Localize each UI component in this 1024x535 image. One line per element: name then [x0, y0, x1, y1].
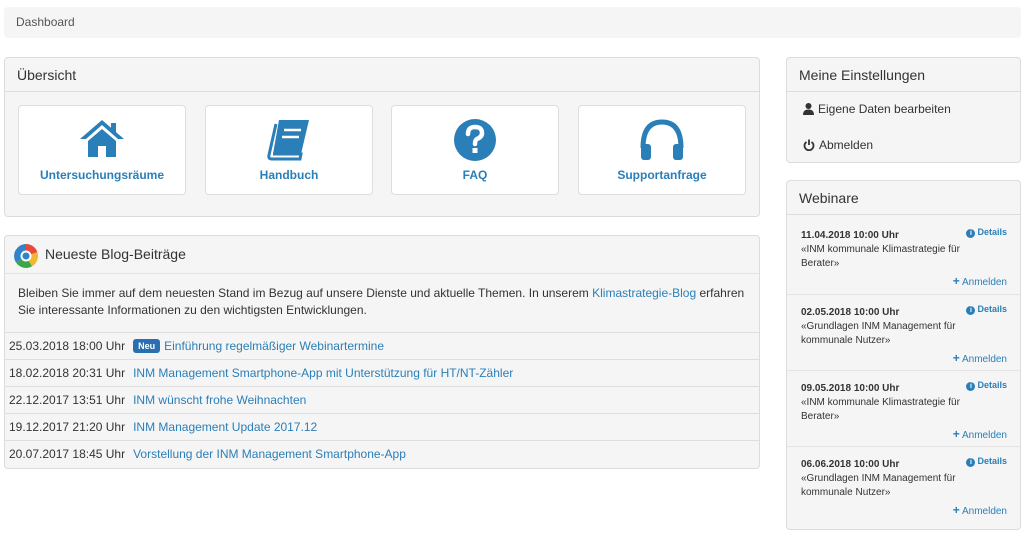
post-link[interactable]: Vorstellung der INM Management Smartphon… [133, 447, 406, 461]
info-icon: i [966, 229, 976, 238]
post-date: 19.12.2017 21:20 Uhr [9, 420, 126, 434]
list-item: 22.12.2017 13:51 Uhr INM wünscht frohe We… [5, 386, 759, 413]
register-label: Anmelden [961, 506, 1007, 517]
webinar-item: 02.05.2018 10:00 Uhr i Details «Grundlage… [787, 294, 1020, 370]
headphones-icon [640, 119, 684, 160]
plus-icon: + [952, 427, 960, 441]
details-link[interactable]: i Details [966, 380, 1007, 391]
register-link[interactable]: + Anmelden [953, 274, 1007, 288]
webinar-item: 11.04.2018 10:00 Uhr i Details «INM kommu… [787, 218, 1020, 294]
tile-supportanfrage[interactable]: Supportanfrage [578, 105, 746, 195]
webinar-title: «INM kommunale Klimastrategie für Berate… [801, 244, 960, 269]
webinar-date: 02.05.2018 10:00 Uhr [801, 307, 900, 318]
details-label: Details [977, 227, 1007, 237]
post-date: 20.07.2017 18:45 Uhr [9, 447, 126, 461]
list-item: 19.12.2017 21:20 Uhr INM Management Updat… [5, 413, 759, 440]
plus-icon: + [952, 351, 960, 365]
power-icon [803, 139, 815, 152]
details-label: Details [977, 456, 1007, 466]
blog-panel: Neueste Blog-Beiträge Bleiben Sie immer … [4, 235, 760, 469]
plus-icon: + [952, 503, 960, 517]
list-item: 18.02.2018 20:31 Uhr INM Management Smart… [5, 359, 759, 386]
blog-intro: Bleiben Sie immer auf dem neuesten Stand… [5, 274, 759, 334]
post-date: 25.03.2018 18:00 Uhr [9, 339, 126, 353]
webinar-title: «INM kommunale Klimastrategie für Berate… [801, 397, 960, 422]
tile-handbuch[interactable]: Handbuch [205, 105, 373, 195]
list-item: 25.03.2018 18:00 Uhr Neu Einführung regelm… [5, 332, 759, 359]
list-item: 20.07.2017 18:45 Uhr Vorstellung der INM … [5, 440, 759, 467]
settings-title: Meine Einstellungen [787, 58, 1020, 92]
tile-label: FAQ [462, 168, 488, 182]
post-link[interactable]: INM Management Update 2017.12 [133, 420, 317, 434]
post-date: 22.12.2017 13:51 Uhr [9, 393, 126, 407]
register-link[interactable]: + Anmelden [953, 351, 1007, 365]
tile-label: Supportanfrage [617, 168, 707, 182]
breadcrumb-dashboard[interactable]: Dashboard [16, 15, 75, 29]
details-link[interactable]: i Details [966, 304, 1007, 315]
webinars-panel: Webinare 11.04.2018 10:00 Uhr i Details «… [786, 180, 1021, 530]
webinar-item: 06.06.2018 10:00 Uhr i Details «Grundlage… [787, 446, 1020, 522]
post-link[interactable]: INM wünscht frohe Weihnachten [133, 393, 306, 407]
webinar-date: 06.06.2018 10:00 Uhr [801, 459, 900, 470]
home-icon [80, 120, 124, 157]
info-icon: i [966, 458, 976, 467]
logout-label: Abmelden [819, 138, 874, 152]
blog-logo-icon [14, 244, 38, 268]
blog-intro-text: Bleiben Sie immer auf dem neuesten Stand… [18, 286, 593, 300]
register-link[interactable]: + Anmelden [953, 503, 1007, 517]
user-icon [803, 103, 814, 115]
webinar-date: 09.05.2018 10:00 Uhr [801, 383, 900, 394]
webinars-title: Webinare [787, 181, 1020, 215]
info-icon: i [966, 306, 976, 315]
details-link[interactable]: i Details [966, 456, 1007, 467]
register-link[interactable]: + Anmelden [953, 427, 1007, 441]
details-label: Details [977, 380, 1007, 390]
klimastrategie-blog-link[interactable]: Klimastrategie-Blog [592, 286, 696, 300]
blog-list: 25.03.2018 18:00 Uhr Neu Einführung regelm… [5, 332, 759, 467]
tile-label: Handbuch [259, 168, 319, 182]
tile-label: Untersuchungsräume [39, 168, 165, 182]
tile-faq[interactable]: FAQ [391, 105, 559, 195]
overview-title: Übersicht [5, 58, 759, 92]
question-icon [454, 119, 496, 161]
webinar-date: 11.04.2018 10:00 Uhr [801, 230, 899, 241]
tile-untersuchungsraeume[interactable]: Untersuchungsräume [18, 105, 186, 195]
edit-profile-link[interactable]: Eigene Daten bearbeiten [803, 102, 951, 116]
breadcrumb: Dashboard [4, 7, 1021, 38]
info-icon: i [966, 382, 976, 391]
blog-title: Neueste Blog-Beiträge [45, 246, 186, 262]
webinar-item: 09.05.2018 10:00 Uhr i Details «INM kommu… [787, 370, 1020, 446]
new-badge: Neu [133, 339, 161, 353]
plus-icon: + [952, 274, 960, 288]
edit-profile-label: Eigene Daten bearbeiten [818, 102, 951, 116]
post-link[interactable]: INM Management Smartphone-App mit Unters… [133, 366, 513, 380]
post-link[interactable]: Einführung regelmäßiger Webinartermine [164, 339, 384, 353]
book-icon [267, 120, 309, 161]
post-date: 18.02.2018 20:31 Uhr [9, 366, 126, 380]
webinar-title: «Grundlagen INM Management für kommunale… [801, 321, 956, 346]
details-label: Details [977, 304, 1007, 314]
register-label: Anmelden [961, 354, 1007, 365]
register-label: Anmelden [961, 430, 1007, 441]
settings-panel: Meine Einstellungen Eigene Daten bearbei… [786, 57, 1021, 163]
register-label: Anmelden [961, 277, 1007, 288]
blog-heading: Neueste Blog-Beiträge [5, 236, 759, 274]
details-link[interactable]: i Details [966, 227, 1007, 238]
webinar-title: «Grundlagen INM Management für kommunale… [801, 473, 956, 498]
overview-panel: Übersicht Untersuchungsräume Handbuch FA… [4, 57, 760, 217]
logout-link[interactable]: Abmelden [803, 138, 873, 152]
